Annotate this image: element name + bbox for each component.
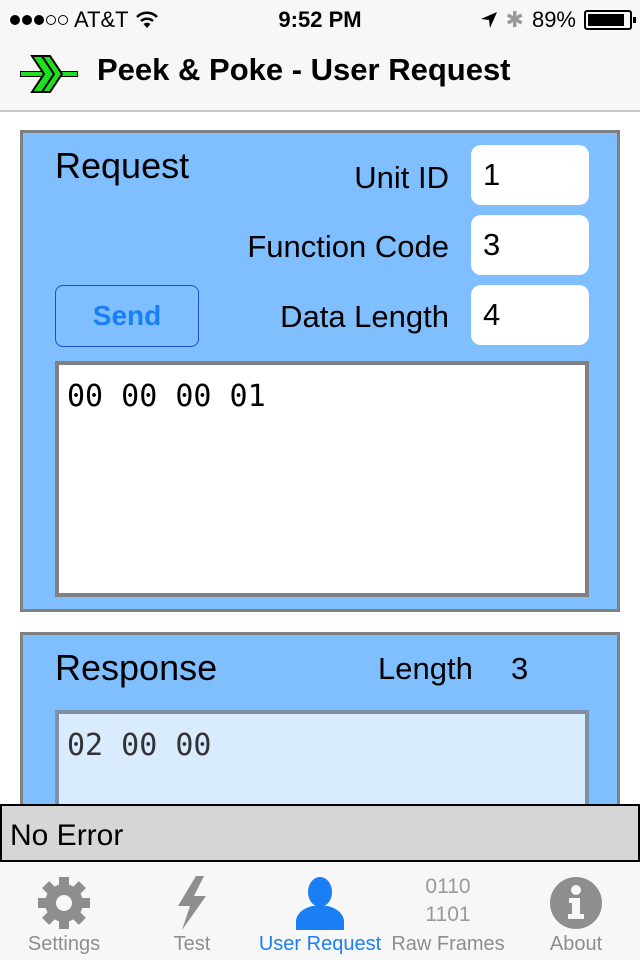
status-message: No Error — [0, 804, 640, 862]
status-indicators: ✱ 89% — [480, 7, 636, 33]
tab-bar: Settings Test User Request 0110 1101 Raw… — [0, 862, 640, 960]
tab-label: Raw Frames — [391, 933, 505, 955]
tab-user-request[interactable]: User Request — [256, 862, 384, 960]
navigation-bar: Peek & Poke - User Request — [0, 40, 640, 112]
binary-line: 0110 — [425, 875, 471, 898]
response-heading: Response — [55, 647, 218, 688]
tab-settings[interactable]: Settings — [0, 862, 128, 960]
battery-icon — [584, 10, 636, 30]
response-length-value: 3 — [511, 651, 529, 686]
function-code-field[interactable] — [471, 215, 589, 275]
tab-label: User Request — [258, 933, 382, 955]
lightning-icon — [178, 876, 206, 930]
tab-label: Settings — [27, 933, 101, 955]
function-code-label: Function Code — [247, 229, 449, 264]
binary-icon: 0110 1101 — [384, 872, 512, 930]
page-title: Peek & Poke - User Request — [97, 52, 511, 87]
data-length-field[interactable] — [471, 285, 589, 345]
data-length-label: Data Length — [280, 299, 449, 334]
tab-raw-frames[interactable]: 0110 1101 Raw Frames — [384, 862, 512, 960]
info-icon — [550, 877, 602, 929]
binary-line: 1101 — [425, 903, 471, 926]
bluetooth-icon: ✱ — [505, 7, 524, 32]
gear-icon — [38, 877, 90, 929]
green-double-arrow-icon — [20, 55, 78, 93]
request-panel: Request Unit ID Function Code Send Data … — [20, 130, 620, 612]
send-button[interactable]: Send — [55, 285, 199, 347]
response-length-label: Length — [378, 651, 473, 686]
tab-test[interactable]: Test — [128, 862, 256, 960]
tab-about[interactable]: About — [512, 862, 640, 960]
battery-percent: 89% — [531, 7, 576, 32]
request-heading: Request — [55, 145, 190, 186]
tab-label: About — [549, 933, 603, 955]
unit-id-field[interactable] — [471, 145, 589, 205]
request-data-textarea[interactable]: 00 00 00 01 — [55, 361, 589, 597]
user-icon — [296, 877, 344, 930]
status-bar: AT&T 9:52 PM ✱ 89% — [0, 0, 640, 40]
tab-label: Test — [173, 933, 211, 955]
location-arrow-icon — [480, 12, 497, 28]
unit-id-label: Unit ID — [354, 160, 449, 195]
